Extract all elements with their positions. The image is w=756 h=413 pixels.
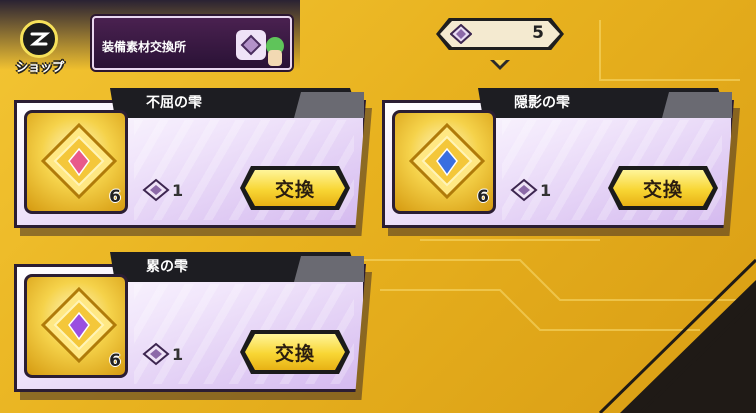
cost-amount: 1 (172, 180, 184, 200)
exchange-shop-banner[interactable]: 装備素材交換所 (92, 16, 292, 70)
item-icon: 6 (24, 110, 128, 214)
exchange-button[interactable]: 交換 (240, 166, 350, 210)
exchange-button[interactable]: 交換 (240, 330, 350, 374)
exchange-button[interactable]: 交換 (608, 166, 718, 210)
cost-amount: 1 (172, 344, 184, 364)
shop-label: ショップ (15, 60, 64, 74)
cost-display: 1 (510, 178, 551, 202)
item-name: 不屈の雫 (146, 95, 202, 111)
exchange-button-label: 交換 (642, 179, 683, 201)
cost-display: 1 (142, 342, 183, 366)
gem-icon (142, 178, 170, 202)
exchange-button-label: 交換 (274, 179, 315, 201)
banner-title: 装備素材交換所 (102, 40, 187, 54)
exchange-card: 累の雫 6 1 交換 (14, 252, 374, 404)
item-count: 6 (109, 187, 121, 207)
cost-display: 1 (142, 178, 183, 202)
exchange-button-label: 交換 (274, 343, 315, 365)
item-icon: 6 (24, 274, 128, 378)
item-icon: 6 (392, 110, 496, 214)
exchange-card: 隠影の雫 6 1 交換 (382, 88, 742, 240)
gem-icon (142, 342, 170, 366)
cost-amount: 1 (540, 180, 552, 200)
currency-display: 5 (436, 18, 564, 50)
item-count: 6 (477, 187, 489, 207)
item-name: 隠影の雫 (514, 95, 570, 111)
mascot-icon (266, 37, 284, 66)
gem-icon (450, 24, 472, 44)
item-count: 6 (109, 351, 121, 371)
exchange-card: 不屈の雫 6 1 交換 (14, 88, 374, 240)
gem-icon (510, 178, 538, 202)
item-name: 累の雫 (146, 259, 188, 275)
shop-icon (20, 20, 58, 58)
currency-count: 5 (532, 23, 544, 43)
shop-button[interactable]: ショップ (8, 20, 72, 80)
